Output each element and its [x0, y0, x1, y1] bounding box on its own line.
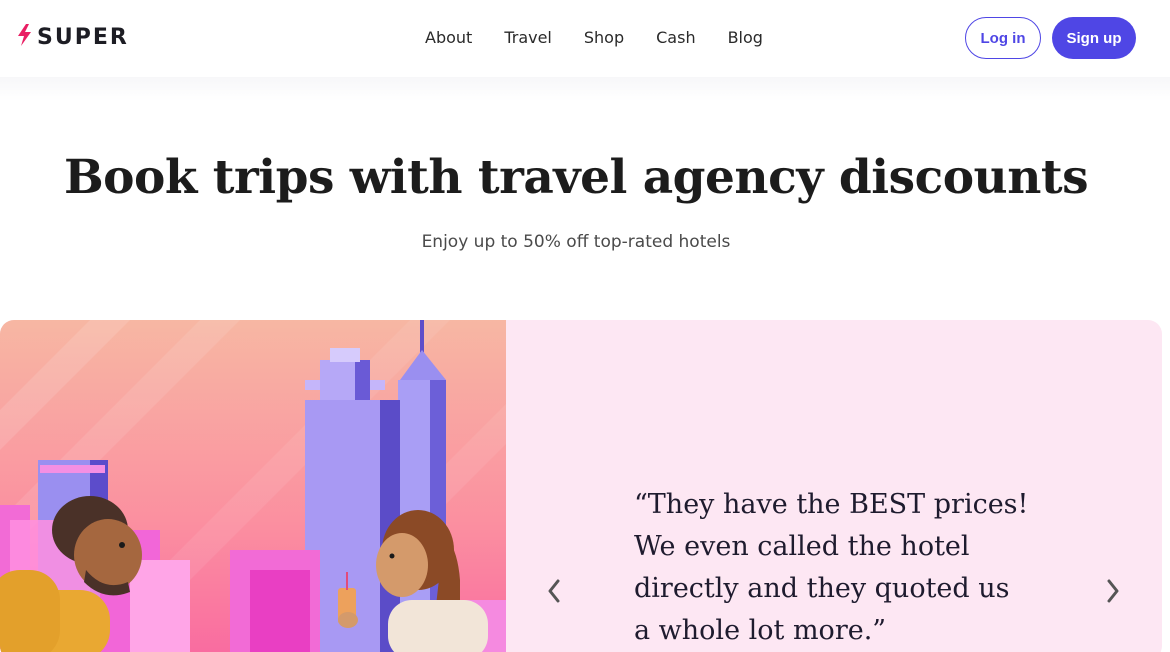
chevron-right-icon — [1106, 579, 1120, 608]
login-button[interactable]: Log in — [965, 17, 1041, 59]
page-subtitle: Enjoy up to 50% off top-rated hotels — [421, 232, 731, 252]
signup-button[interactable]: Sign up — [1052, 17, 1136, 59]
nav-item-about[interactable]: About — [425, 28, 472, 47]
page-title: Book trips with travel agency discounts — [63, 150, 1089, 205]
quote-line: “They have the BEST prices! — [634, 489, 1029, 520]
nav-item-blog[interactable]: Blog — [728, 28, 763, 47]
testimonial-quote: “They have the BEST prices! We even call… — [634, 484, 1074, 652]
site-header: SUPER About Travel Shop Cash Blog Log in… — [0, 0, 1170, 77]
nav-item-shop[interactable]: Shop — [584, 28, 624, 47]
chevron-left-icon — [547, 579, 561, 608]
nav-item-travel[interactable]: Travel — [504, 28, 552, 47]
carousel-next-button[interactable] — [1101, 578, 1125, 608]
carousel-prev-button[interactable] — [542, 578, 566, 608]
quote-line: We even called the hotel — [634, 531, 970, 562]
main-nav: About Travel Shop Cash Blog — [425, 28, 763, 47]
city-illustration — [0, 320, 506, 652]
brand-name: SUPER — [37, 24, 129, 50]
brand-logo[interactable]: SUPER — [16, 23, 129, 51]
quote-line: a whole lot more.” — [634, 615, 887, 646]
testimonial-card: “They have the BEST prices! We even call… — [0, 320, 1162, 652]
header-shadow — [0, 77, 1170, 101]
lightning-bolt-icon — [16, 23, 33, 51]
quote-line: directly and they quoted us — [634, 573, 1010, 604]
nav-item-cash[interactable]: Cash — [656, 28, 695, 47]
